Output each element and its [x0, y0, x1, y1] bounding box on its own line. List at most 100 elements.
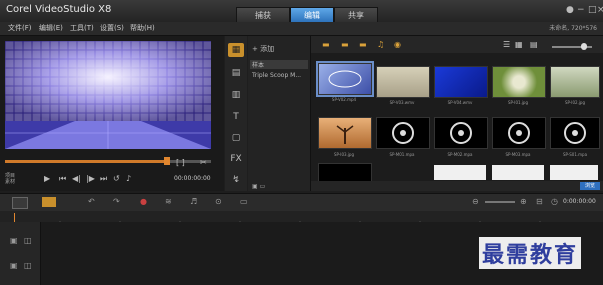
overlay-visibility-icon[interactable]: ◫	[24, 261, 32, 270]
minimize-icon[interactable]: −	[577, 5, 585, 15]
thumb-view-icon[interactable]: ▦	[515, 40, 523, 49]
menu-tools[interactable]: 工具(T)	[70, 23, 94, 33]
library-thumb[interactable]	[550, 165, 598, 180]
volume-icon[interactable]: ♪	[126, 174, 131, 183]
grid-view-icon[interactable]: ▤	[530, 40, 538, 49]
audio-thumb[interactable]	[434, 117, 488, 149]
gallery-item-triple-scoop[interactable]: Triple Scoop M...	[250, 72, 310, 79]
trim-markers-icon[interactable]: [ ]	[176, 158, 185, 167]
path-icon[interactable]: ↯	[228, 173, 244, 187]
folder-icon[interactable]: ▬	[322, 40, 330, 49]
mixer-icon[interactable]: ≋	[165, 197, 172, 206]
track-header	[0, 222, 41, 285]
library-thumb[interactable]	[318, 117, 372, 149]
library-thumb[interactable]	[316, 61, 374, 97]
graphic-icon[interactable]: ▢	[228, 131, 244, 145]
subtitle-icon[interactable]: ▭	[240, 197, 248, 206]
audio-thumb[interactable]	[318, 163, 372, 182]
prev-frame-icon[interactable]: ◀|	[72, 174, 81, 183]
thumb-label: SP-V04.wmv	[447, 100, 473, 105]
thumb-label: SP-I03.jpg	[333, 152, 355, 157]
thumb-label: SP-V02.mp4	[331, 97, 357, 102]
audio-filter-icon[interactable]: ♫	[377, 40, 384, 49]
library-thumb[interactable]	[492, 66, 546, 98]
tab-capture[interactable]: 捕获	[236, 7, 290, 23]
next-frame-icon[interactable]: |▶	[86, 174, 95, 183]
browse-button[interactable]: 浏览	[580, 182, 600, 190]
library-bottom-bar	[311, 181, 603, 191]
timeline-view-icon[interactable]	[42, 197, 56, 207]
audio-thumb[interactable]	[492, 117, 546, 149]
preview-timecode[interactable]: 00:00:00:00	[174, 175, 211, 182]
thumb-label: SP-I01.jpg	[507, 100, 529, 105]
plus-icon: +	[252, 45, 258, 53]
globe-icon[interactable]: ●	[566, 5, 574, 15]
scrub-handle[interactable]	[164, 157, 170, 165]
thumb-label: SP-M01.mpa	[389, 152, 415, 157]
library-thumb[interactable]	[376, 66, 430, 98]
browse-media-icon[interactable]: ▣ ▭	[252, 183, 265, 190]
timeline-ruler[interactable]	[0, 211, 603, 226]
play-icon[interactable]: ▶	[44, 174, 50, 183]
list-view-icon[interactable]: ☰	[503, 40, 510, 49]
maximize-icon[interactable]: □	[588, 5, 597, 15]
media-icon[interactable]: ▦	[228, 43, 244, 57]
record-icon[interactable]: ●	[140, 197, 147, 206]
title-icon[interactable]: T	[228, 110, 244, 124]
scrub-progress	[5, 160, 167, 163]
menu-file[interactable]: 文件(F)	[8, 23, 32, 33]
close-icon[interactable]: ×	[597, 5, 603, 15]
project-name: 未命名, 720*576	[549, 25, 597, 32]
menu-help[interactable]: 帮助(H)	[130, 23, 155, 33]
library-thumb[interactable]	[492, 165, 544, 180]
zoom-in-icon[interactable]: ⊕	[520, 197, 527, 206]
watermark-text: 最需教育	[479, 237, 582, 269]
mode-clip[interactable]: 素材	[5, 179, 15, 185]
photo-filter-icon[interactable]: ▬	[359, 40, 367, 49]
motion-tracking-icon[interactable]: ⊙	[215, 197, 222, 206]
repeat-icon[interactable]: ↺	[113, 174, 120, 183]
end-icon[interactable]: ⏭	[100, 174, 107, 184]
tab-edit[interactable]: 编辑	[290, 7, 334, 23]
video-track-icon[interactable]: ▣	[10, 236, 18, 245]
fit-project-icon[interactable]: ⊟	[536, 197, 543, 206]
home-icon[interactable]: ⏮	[59, 174, 66, 184]
audio-thumb[interactable]	[550, 117, 600, 149]
instant-project-icon[interactable]: ▤	[228, 66, 244, 80]
sort-icon[interactable]: ◉	[394, 40, 401, 49]
preview-screen	[5, 41, 211, 149]
overlay-track-icon[interactable]: ▣	[10, 261, 18, 270]
video-filter-icon[interactable]: ▬	[341, 40, 349, 49]
preview-mode[interactable]: 项目 素材	[5, 173, 15, 185]
audio-thumb[interactable]	[376, 117, 430, 149]
library-toolbar	[311, 36, 603, 53]
auto-music-icon[interactable]: ♬	[190, 197, 197, 206]
transition-icon[interactable]: ▥	[228, 88, 244, 102]
thumb-label: SP-V03.wmv	[389, 100, 415, 105]
tab-share[interactable]: 共享	[334, 7, 378, 23]
undo-icon[interactable]: ↶	[88, 197, 95, 206]
menu-edit[interactable]: 编辑(E)	[39, 23, 63, 33]
track-visibility-icon[interactable]: ◫	[24, 236, 32, 245]
menu-settings[interactable]: 设置(S)	[100, 23, 124, 33]
add-label: 添加	[260, 45, 275, 53]
filter-icon[interactable]: FX	[228, 152, 244, 166]
storyboard-view-icon[interactable]	[12, 197, 28, 209]
library-thumb[interactable]	[434, 66, 488, 98]
thumb-label: SP-M02.mpa	[447, 152, 473, 157]
thumb-label: SP-M03.mpa	[505, 152, 531, 157]
timeline-timecode[interactable]: 0:00:00:00	[563, 198, 596, 205]
zoom-out-icon[interactable]: ⊖	[472, 197, 479, 206]
gallery-item-sample[interactable]: 样本	[250, 60, 308, 69]
zoom-slider[interactable]	[485, 201, 515, 203]
clock-icon: ◷	[551, 197, 558, 206]
app-title: Corel VideoStudio X8	[6, 4, 112, 15]
slider-knob[interactable]	[581, 43, 587, 50]
thumb-label: SP-S01.mpa	[562, 152, 588, 157]
library-thumb[interactable]	[434, 165, 486, 180]
add-gallery-button[interactable]: + 添加	[252, 44, 274, 54]
split-icon[interactable]: ✂	[200, 158, 207, 167]
thumb-label: SP-I02.jpg	[564, 100, 586, 105]
redo-icon[interactable]: ↷	[113, 197, 120, 206]
library-thumb[interactable]	[550, 66, 600, 98]
